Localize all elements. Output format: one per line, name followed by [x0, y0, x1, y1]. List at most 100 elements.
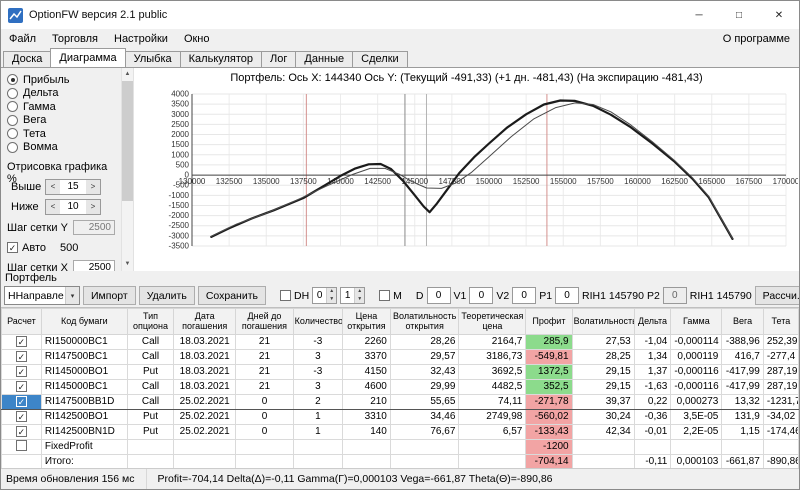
radio-Вомма[interactable]: Вомма [7, 141, 119, 155]
column-header[interactable]: Количество [292, 308, 344, 335]
radio-Вега[interactable]: Вега [7, 114, 119, 128]
below-decrease-button[interactable]: < [46, 199, 60, 214]
tab-Данные[interactable]: Данные [295, 51, 354, 67]
row-checkbox[interactable]: ✓ [15, 335, 27, 347]
radio-Гамма[interactable]: Гамма [7, 100, 119, 114]
cell-code: RI142500BO1 [40, 408, 128, 425]
below-value[interactable]: 10 [60, 200, 86, 214]
table-row[interactable]: ✓ RI142500BO1 Put 25.02.2021 0 1 3310 34,46 2749… [1, 408, 799, 425]
cell-theta: -890,86 [762, 453, 799, 468]
column-header[interactable]: Теоретическая цена [458, 308, 527, 335]
menu-Окно[interactable]: Окно [176, 31, 218, 47]
row-checkbox[interactable] [15, 440, 27, 451]
above-value[interactable]: 15 [60, 180, 86, 194]
radio-label: Вега [23, 114, 47, 127]
menu-Настройки[interactable]: Настройки [106, 31, 176, 47]
svg-text:155000: 155000 [550, 177, 577, 186]
spin-down-icon[interactable]: ▼ [355, 295, 365, 303]
v1-field[interactable]: 0 [469, 287, 494, 304]
menu-about[interactable]: О программе [714, 31, 799, 47]
cell-expiry [173, 453, 237, 468]
row-checkbox[interactable]: ✓ [15, 410, 27, 422]
table-row[interactable]: ✓ RI150000BC1 Call 18.03.2021 21 -3 2260 28,26 2… [1, 333, 799, 350]
tab-Сделки[interactable]: Сделки [352, 51, 408, 67]
column-header[interactable]: Волатильность [571, 308, 635, 335]
cell-theta: -174,46 [762, 423, 799, 440]
cell-profit: 352,5 [525, 378, 573, 395]
table-row[interactable]: ✓ RI142500BN1D Put 25.02.2021 0 1 140 76,67 6,57… [1, 423, 799, 440]
above-decrease-button[interactable]: < [46, 179, 60, 194]
spin-up-icon[interactable]: ▲ [327, 288, 337, 296]
table-row[interactable]: FixedProfit -1200 [1, 438, 799, 455]
dh-spinner-1[interactable]: 0 ▲ ▼ [312, 287, 338, 304]
column-header[interactable]: Вега [721, 308, 764, 335]
row-checkbox[interactable]: ✓ [15, 380, 27, 392]
p1-field[interactable]: 0 [555, 287, 580, 304]
direction-select[interactable]: ННаправле ▾ [4, 286, 80, 305]
column-header[interactable]: Тип опциона [126, 308, 175, 335]
save-button[interactable]: Сохранить [197, 286, 266, 305]
tab-Калькулятор[interactable]: Калькулятор [179, 51, 263, 67]
dh-spinner-2[interactable]: 1 ▲ ▼ [340, 287, 366, 304]
radio-Дельта[interactable]: Дельта [7, 87, 119, 101]
radio-Тета[interactable]: Тета [7, 127, 119, 141]
column-header[interactable]: Дней до погашения [235, 308, 294, 335]
table-row[interactable]: Итого: -704,14 -0,11 0,000103 -661,87 -890,86 [1, 453, 799, 468]
d-field[interactable]: 0 [426, 287, 451, 304]
row-checkbox[interactable]: ✓ [15, 395, 27, 407]
column-header[interactable]: Дельта [633, 308, 672, 335]
cell-expiry: 18.03.2021 [173, 333, 237, 350]
row-checkbox[interactable]: ✓ [15, 425, 27, 437]
svg-text:2000: 2000 [171, 130, 189, 139]
cell-gamma: -0,000116 [670, 363, 723, 380]
dh-checkbox[interactable] [280, 290, 291, 301]
column-header[interactable]: Гамма [670, 308, 723, 335]
radio-Прибыль[interactable]: Прибыль [7, 73, 119, 87]
portfolio-chart[interactable]: 40003500300025002000150010005000-500-100… [134, 86, 799, 268]
grid-y-input[interactable]: 2500 [73, 220, 115, 235]
below-increase-button[interactable]: > [86, 199, 100, 214]
column-header[interactable]: Тета [762, 308, 799, 335]
row-checkbox[interactable]: ✓ [15, 350, 27, 362]
settings-scrollbar[interactable]: ▲ ▼ [121, 68, 134, 271]
column-header[interactable]: Дата погашения [173, 308, 237, 335]
tab-Улыбка[interactable]: Улыбка [124, 51, 181, 67]
minimize-icon[interactable]: ─ [679, 1, 719, 29]
grid-x-input[interactable]: 2500 [73, 260, 115, 271]
tab-Диаграмма[interactable]: Диаграмма [50, 48, 126, 67]
column-header[interactable]: Цена открытия [342, 308, 391, 335]
menu-Файл[interactable]: Файл [1, 31, 44, 47]
p2-field[interactable]: 0 [662, 287, 687, 304]
table-row[interactable]: ✓ RI147500BB1D Call 25.02.2021 0 2 210 55,65 74,… [1, 393, 799, 410]
scrollbar-thumb[interactable] [122, 81, 133, 201]
v2-label: V2 [496, 289, 510, 302]
table-row[interactable]: ✓ RI147500BC1 Call 18.03.2021 21 3 3370 29,57 31… [1, 348, 799, 365]
maximize-icon[interactable]: □ [719, 1, 759, 29]
delete-button[interactable]: Удалить [138, 286, 195, 305]
tab-Доска[interactable]: Доска [3, 51, 52, 67]
menu-Торговля[interactable]: Торговля [44, 31, 106, 47]
column-header[interactable]: Профит [525, 308, 573, 335]
auto-checkbox[interactable]: ✓ [7, 242, 18, 253]
scroll-down-icon[interactable]: ▼ [121, 258, 134, 271]
tab-Лог[interactable]: Лог [261, 51, 297, 67]
column-header[interactable]: Расчет [1, 308, 42, 335]
v2-field[interactable]: 0 [512, 287, 537, 304]
m-checkbox[interactable] [379, 290, 391, 301]
above-increase-button[interactable]: > [86, 179, 100, 194]
calc-cell: ✓ [1, 348, 42, 365]
calc-cell: ✓ [1, 378, 42, 395]
row-checkbox[interactable]: ✓ [15, 365, 27, 377]
spin-down-icon[interactable]: ▼ [327, 295, 337, 303]
cell-theta [762, 438, 799, 455]
svg-text:157500: 157500 [587, 177, 614, 186]
column-header[interactable]: Волатильность открытия [389, 308, 460, 335]
calculate-button[interactable]: Рассчи... [754, 286, 799, 305]
import-button[interactable]: Импорт [83, 286, 136, 305]
table-row[interactable]: ✓ RI145000BC1 Call 18.03.2021 21 3 4600 29,99 44… [1, 378, 799, 395]
spin-up-icon[interactable]: ▲ [355, 288, 365, 296]
close-icon[interactable]: ✕ [759, 1, 799, 29]
table-row[interactable]: ✓ RI145000BO1 Put 18.03.2021 21 -3 4150 32,43 36… [1, 363, 799, 380]
scroll-up-icon[interactable]: ▲ [121, 68, 134, 81]
column-header[interactable]: Код бумаги [40, 308, 128, 335]
